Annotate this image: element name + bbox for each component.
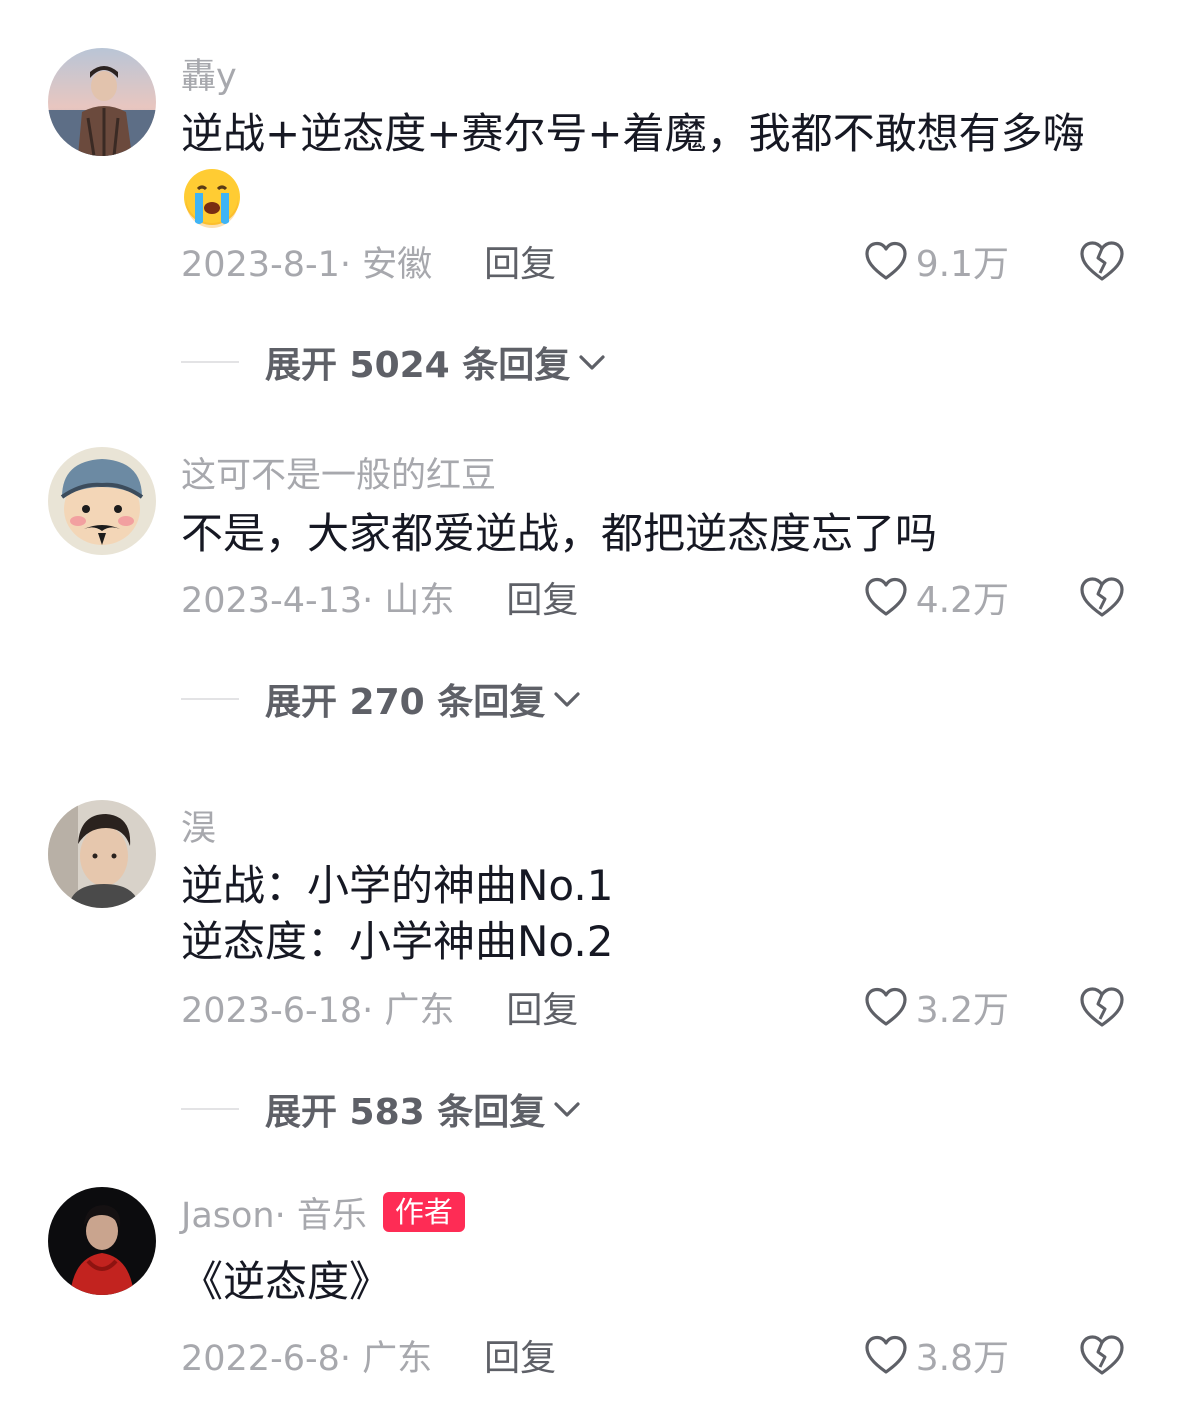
expand-replies-label: 展开 583 条回复 <box>265 1092 546 1133</box>
like-count: 4.2万 <box>915 580 1009 621</box>
heart-outline-icon <box>865 241 907 280</box>
comment-meta: 2023-6-18· 广东 <box>181 990 455 1031</box>
comment-meta: 2023-4-13· 山东 <box>181 580 455 621</box>
broken-heart-icon <box>1080 1335 1124 1375</box>
divider <box>181 698 239 700</box>
username[interactable]: 这可不是一般的红豆 <box>181 447 496 498</box>
comment-text: 逆战：小学的神曲No.1 逆态度：小学神曲No.2 <box>181 861 614 966</box>
username[interactable]: 淏 <box>181 800 216 851</box>
reply-button[interactable]: 回复 <box>506 571 578 623</box>
heart-outline-icon <box>865 1335 907 1374</box>
chevron-down-icon <box>554 1102 580 1117</box>
comment-text: 不是，大家都爱逆战，都把逆态度忘了吗 <box>181 509 938 558</box>
divider <box>181 1108 239 1110</box>
avatar[interactable] <box>48 800 156 908</box>
crying-face-emoji-icon <box>181 166 243 228</box>
dislike-button[interactable] <box>1077 1330 1127 1380</box>
dislike-button[interactable] <box>1077 572 1127 622</box>
heart-outline-icon <box>865 577 907 616</box>
broken-heart-icon <box>1080 241 1124 281</box>
reply-button[interactable]: 回复 <box>484 1329 556 1381</box>
comment-meta: 2023-8-1· 安徽 <box>181 244 433 285</box>
expand-replies-button[interactable]: 展开 583 条回复 <box>181 1084 585 1134</box>
like-count: 9.1万 <box>915 244 1009 285</box>
username[interactable]: 轟y <box>181 48 237 99</box>
expand-replies-button[interactable]: 展开 5024 条回复 <box>181 337 610 387</box>
comment-meta: 2022-6-8· 广东 <box>181 1338 433 1379</box>
expand-replies-label: 展开 5024 条回复 <box>265 345 571 386</box>
like-button[interactable]: 3.8万 <box>862 1330 1009 1380</box>
comment-text: 《逆态度》 <box>181 1257 392 1306</box>
username[interactable]: Jason· 音乐 <box>181 1187 367 1238</box>
reply-button[interactable]: 回复 <box>506 981 578 1033</box>
expand-replies-button[interactable]: 展开 270 条回复 <box>181 674 585 724</box>
like-button[interactable]: 9.1万 <box>862 236 1009 286</box>
heart-outline-icon <box>865 987 907 1026</box>
expand-replies-label: 展开 270 条回复 <box>265 682 546 723</box>
dislike-button[interactable] <box>1077 982 1127 1032</box>
avatar[interactable] <box>48 48 156 156</box>
broken-heart-icon <box>1080 987 1124 1027</box>
avatar[interactable] <box>48 1187 156 1295</box>
chevron-down-icon <box>579 355 605 370</box>
reply-button[interactable]: 回复 <box>484 235 556 287</box>
avatar[interactable] <box>48 447 156 555</box>
author-badge: 作者 <box>382 1192 465 1232</box>
comment-text: 逆战+逆态度+赛尔号+着魔，我都不敢想有多嗨 <box>181 109 1085 158</box>
like-button[interactable]: 4.2万 <box>862 572 1009 622</box>
broken-heart-icon <box>1080 577 1124 617</box>
like-button[interactable]: 3.2万 <box>862 982 1009 1032</box>
dislike-button[interactable] <box>1077 236 1127 286</box>
chevron-down-icon <box>554 692 580 707</box>
like-count: 3.2万 <box>915 990 1009 1031</box>
like-count: 3.8万 <box>915 1338 1009 1379</box>
divider <box>181 361 239 363</box>
